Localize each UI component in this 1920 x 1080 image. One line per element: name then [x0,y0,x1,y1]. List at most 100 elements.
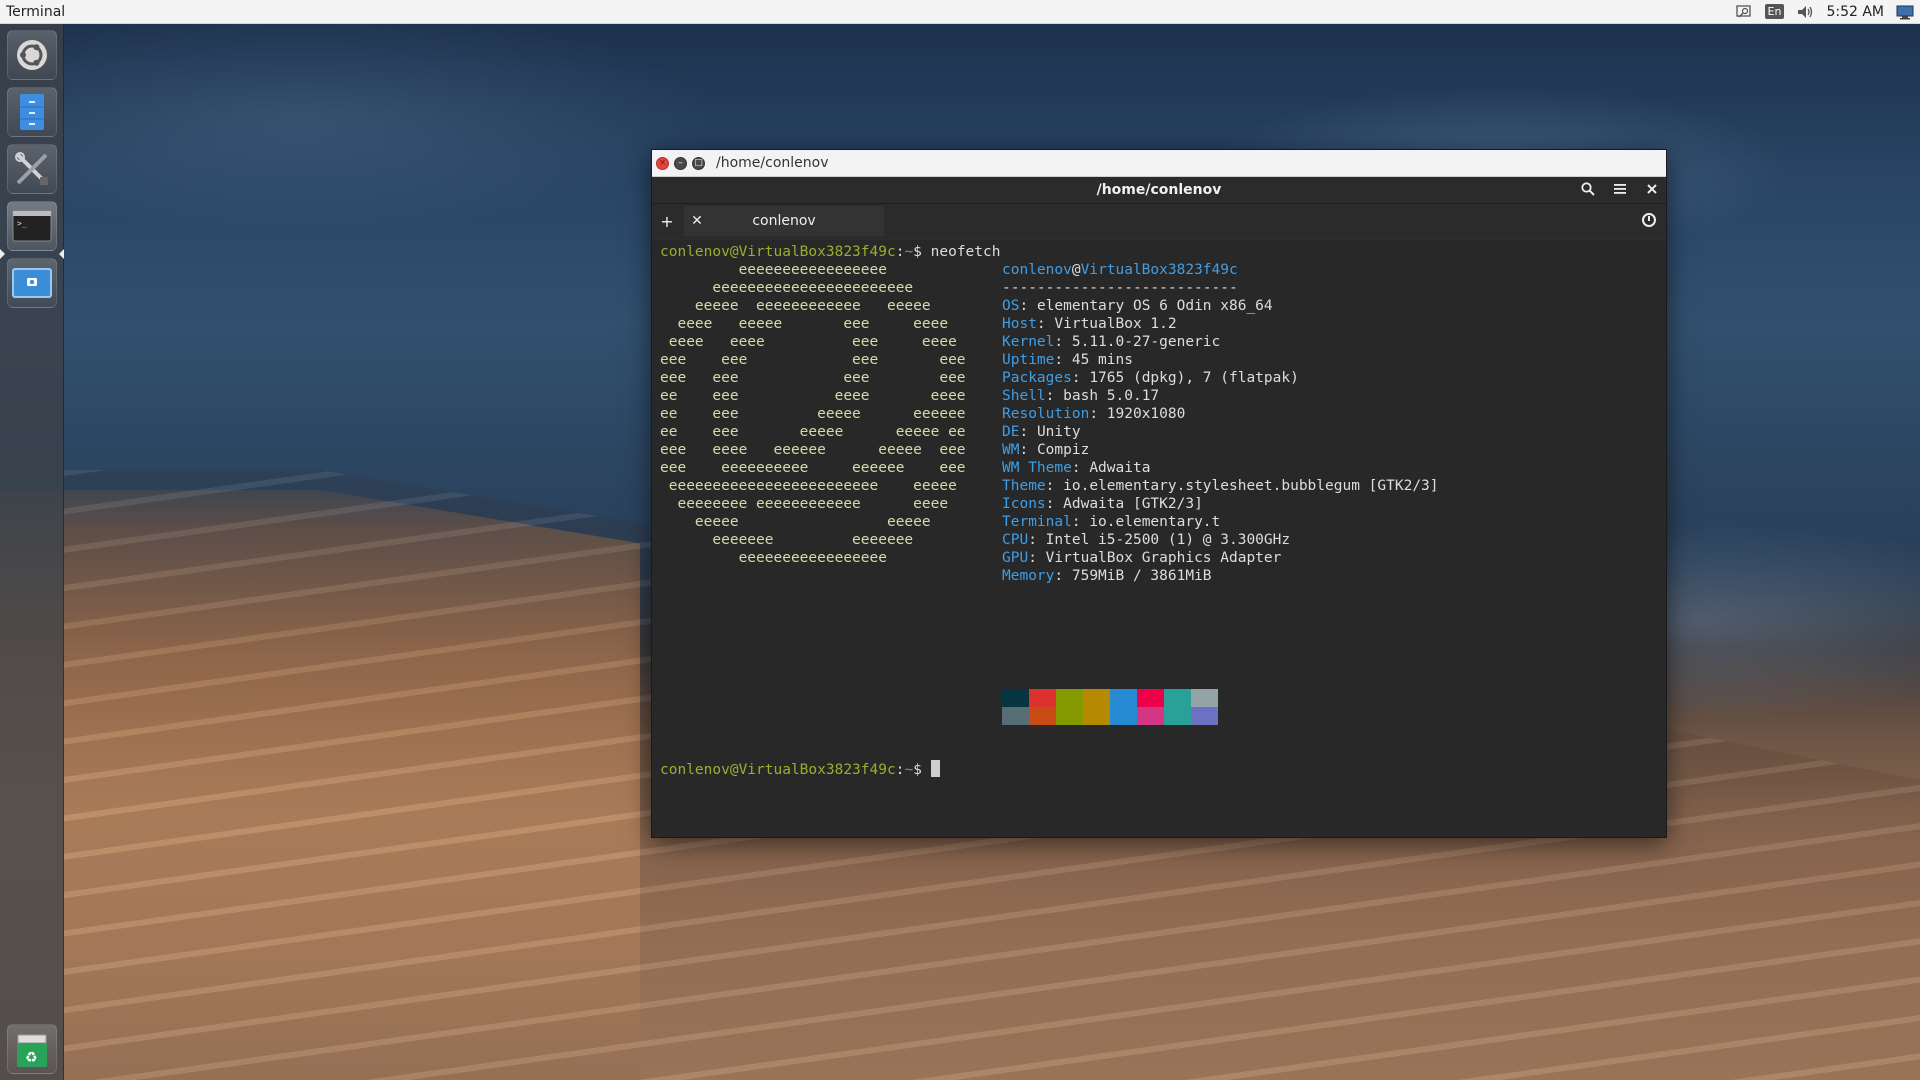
display-icon[interactable] [1896,3,1914,21]
info-value: 45 mins [1071,352,1133,368]
info-row: Packages: 1765 (dpkg), 7 (flatpak) [1002,369,1642,387]
screenshot-icon[interactable] [7,258,57,308]
info-colon: : [1019,424,1037,440]
info-value: Unity [1036,424,1081,440]
info-key: Packages [1002,370,1072,386]
file-manager-icon[interactable] [7,87,57,137]
info-key: WM Theme [1002,460,1072,476]
svg-text:>_: >_ [17,219,27,228]
info-value: Intel i5-2500 (1) @ 3.300GHz [1045,532,1291,548]
minimize-window-icon[interactable]: – [674,156,687,170]
info-colon: : [1054,352,1072,368]
logo-line: ee eee eeeee eeeee ee [660,424,966,440]
info-key: Resolution [1002,406,1090,422]
focus-indicator [59,249,64,259]
color-swatch [1110,689,1137,707]
window-titlebar[interactable]: × – □ /home/conlenov [652,150,1666,177]
ascii-logo: eeeeeeeeeeeeeeeee eeeeeeeeeeeeeeeeeeeeee… [660,261,1000,567]
active-app-title[interactable]: Terminal [0,4,65,20]
system-settings-icon[interactable] [7,144,57,194]
info-key: GPU [1002,550,1029,566]
color-swatch [1029,689,1056,707]
info-colon: : [1019,298,1037,314]
info-colon: : [1089,406,1107,422]
menu-icon[interactable] [1612,183,1628,199]
info-value: bash 5.0.17 [1063,388,1160,404]
language-indicator[interactable]: En [1764,4,1785,19]
logo-line: eee eee eee eee [660,352,966,368]
logo-line: eee eeeeeeeeee eeeeee eee [660,460,966,476]
info-value: 5.11.0-27-generic [1071,334,1221,350]
maximize-window-icon[interactable]: □ [692,156,705,170]
active-prompt-line: conlenov@VirtualBox3823f49c:~$ [660,760,940,779]
tab-close-icon[interactable]: ✕ [684,213,710,229]
info-colon: : [1028,532,1046,548]
logo-line: eeeeeeeeeeeeeeeeeeeeeee [660,280,914,296]
info-row: WM: Compiz [1002,441,1642,459]
info-rows: OS: elementary OS 6 Odin x86_64 Host: Vir… [1002,297,1642,585]
color-swatch [1083,689,1110,707]
volume-icon[interactable] [1796,3,1814,21]
info-row: Uptime: 45 mins [1002,351,1642,369]
logo-line: ee eee eeee eeee [660,388,966,404]
search-icon[interactable] [1735,3,1753,21]
info-value: elementary OS 6 Odin x86_64 [1036,298,1273,314]
header-bar: /home/conlenov [652,177,1666,204]
tab-conlenov[interactable]: ✕ conlenov [684,206,884,236]
logo-line: eeeeeeeeeeeeeeeeeeeeeeee eeeee [660,478,957,494]
info-key: DE [1002,424,1020,440]
prompt-user: conlenov@VirtualBox3823f49c [660,244,896,260]
info-key: Memory [1002,568,1055,584]
info-row: Terminal: io.elementary.t [1002,513,1642,531]
terminal-icon[interactable]: >_ [7,201,57,251]
text-cursor [930,760,940,777]
info-header: conlenov@VirtualBox3823f49c [1002,261,1642,279]
prompt-symbol: $ [913,762,922,778]
terminal-window[interactable]: × – □ /home/conlenov /home/conlenov + ✕ … [651,149,1667,838]
active-indicator [0,249,5,259]
tab-bar: + ✕ conlenov [652,204,1666,238]
color-swatch [1191,689,1218,707]
ubuntu-logo-icon[interactable] [7,30,57,80]
logo-line: eeeeeee eeeeeee [660,532,914,548]
tab-label: conlenov [752,213,816,229]
info-key: OS [1002,298,1020,314]
info-colon: : [1045,496,1064,512]
info-value: Adwaita [GTK2/3] [1063,496,1203,512]
info-colon: : [1071,460,1090,476]
color-swatch [1002,707,1029,725]
info-colon: : [1045,388,1064,404]
info-row: GPU: VirtualBox Graphics Adapter [1002,549,1642,567]
info-colon: : [1071,370,1090,386]
color-swatch [1029,707,1056,725]
close-icon[interactable] [1644,183,1660,199]
info-key: Uptime [1002,352,1055,368]
info-row: CPU: Intel i5-2500 (1) @ 3.300GHz [1002,531,1642,549]
logo-line: eeee eeeee eee eeee [660,316,949,332]
window-title: /home/conlenov [716,155,829,171]
clock[interactable]: 5:52 AM [1826,4,1884,20]
logo-line: eee eeee eeeeee eeeee eee [660,442,966,458]
info-row: OS: elementary OS 6 Odin x86_64 [1002,297,1642,315]
prompt-path: ~ [904,244,914,260]
trash-icon[interactable]: ♻ [7,1024,57,1074]
logo-line: eeeee eeeee [660,514,931,530]
info-value: io.elementary.stylesheet.bubblegum [GTK2… [1063,478,1439,494]
close-window-icon[interactable]: × [656,156,669,170]
info-colon: : [1028,550,1046,566]
info-colon: : [1071,514,1090,530]
terminal-output[interactable]: conlenov@VirtualBox3823f49c:~$ neofetch … [652,240,1666,837]
info-colon: : [1054,568,1072,584]
info-row: DE: Unity [1002,423,1642,441]
new-tab-icon[interactable]: + [652,212,682,231]
header-actions [1580,177,1660,204]
info-row: Memory: 759MiB / 3861MiB [1002,567,1642,585]
tab-history-icon[interactable] [1642,213,1656,227]
info-colon: : [1019,442,1037,458]
search-icon[interactable] [1580,181,1596,200]
color-swatch [1056,707,1083,725]
prompt-user: conlenov@VirtualBox3823f49c [660,762,896,778]
info-row: Shell: bash 5.0.17 [1002,387,1642,405]
info-row: Host: VirtualBox 1.2 [1002,315,1642,333]
info-colon: : [1054,334,1072,350]
